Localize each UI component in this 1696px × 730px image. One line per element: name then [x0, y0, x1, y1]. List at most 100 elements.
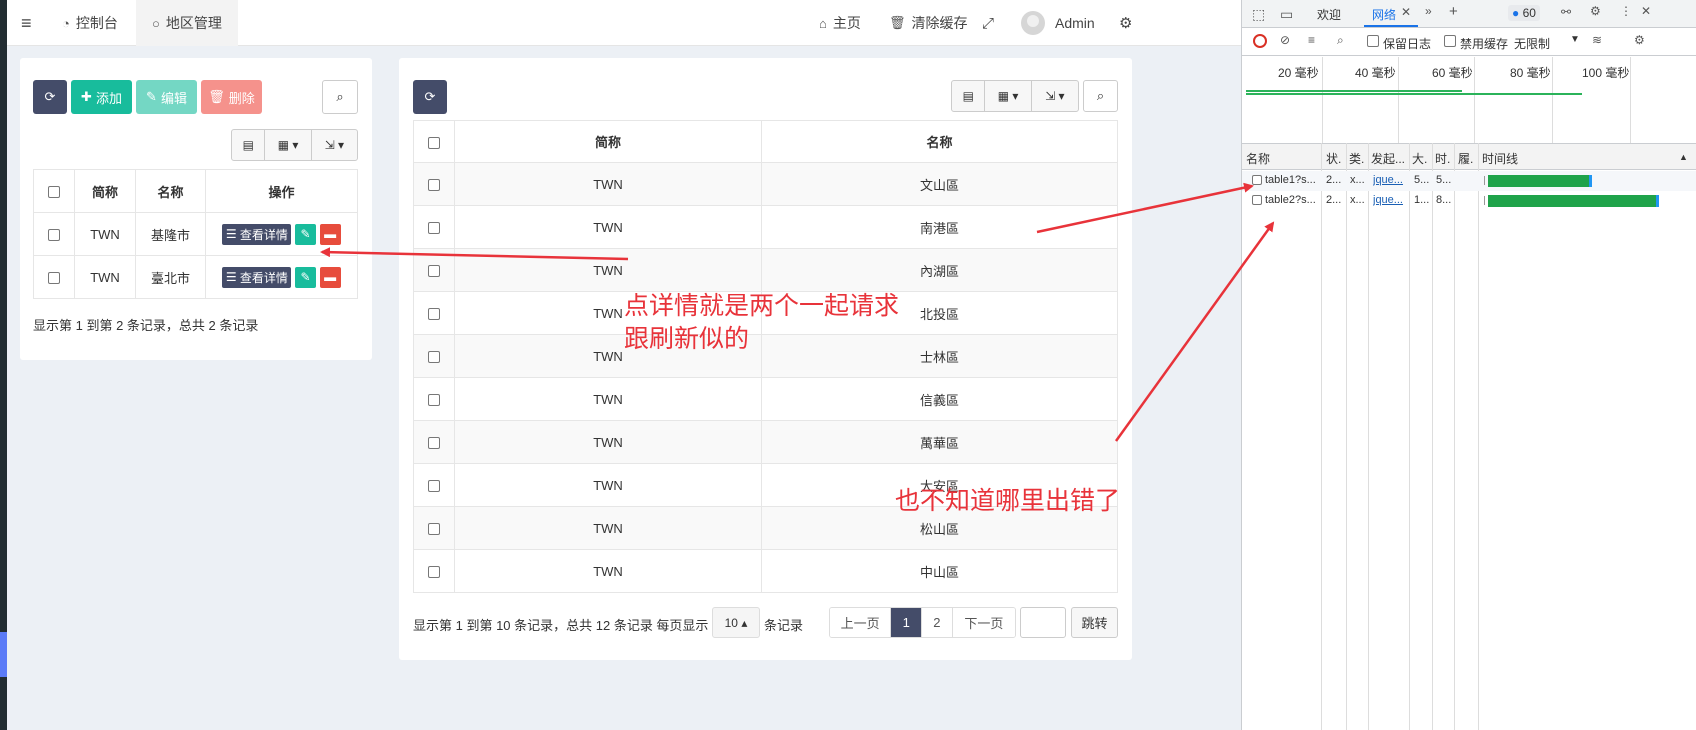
- row-select-cell[interactable]: [413, 506, 455, 550]
- col-abbr[interactable]: 简称: [74, 169, 136, 213]
- gears-icon[interactable]: ⚙: [1119, 0, 1132, 46]
- row-checkbox[interactable]: [428, 265, 440, 278]
- disable-cache-checkbox[interactable]: [1444, 35, 1456, 47]
- col-name[interactable]: 名称: [1246, 150, 1270, 167]
- request-checkbox[interactable]: [1252, 195, 1262, 205]
- view-detail-button[interactable]: ☰ 查看详情: [222, 223, 292, 245]
- row-checkbox[interactable]: [428, 222, 440, 235]
- request-row[interactable]: table2?s... 2... x... jque... 1... 8...: [1242, 191, 1696, 211]
- page-1-button[interactable]: 1: [891, 608, 923, 637]
- more-options-icon[interactable]: ⋮: [1620, 4, 1632, 18]
- tab-region-management[interactable]: ○ 地区管理: [136, 0, 238, 46]
- prev-page-button[interactable]: 上一页: [830, 608, 892, 637]
- tab-network[interactable]: 网络: [1372, 6, 1396, 23]
- search-button[interactable]: ⌕: [1083, 80, 1118, 112]
- col-waterfall[interactable]: 时间线: [1482, 150, 1518, 167]
- settings-icon[interactable]: ⚙: [1590, 4, 1601, 18]
- page-2-button[interactable]: 2: [922, 608, 953, 637]
- page-size-select[interactable]: 10 ▴: [712, 607, 760, 638]
- request-name[interactable]: table2?s...: [1265, 194, 1321, 206]
- close-tab-icon[interactable]: ✕: [1401, 5, 1411, 19]
- inspect-icon[interactable]: ⬚: [1252, 6, 1265, 23]
- request-initiator-link[interactable]: jque...: [1373, 174, 1407, 186]
- edit-button[interactable]: ✎ 编辑: [136, 80, 197, 114]
- export-button[interactable]: ⇲ ▾: [1032, 81, 1078, 111]
- row-select-cell[interactable]: [413, 420, 455, 464]
- record-icon[interactable]: [1253, 34, 1267, 48]
- row-edit-button[interactable]: ✎: [295, 266, 316, 288]
- search-button[interactable]: ⌕: [322, 80, 358, 114]
- request-checkbox[interactable]: [1252, 175, 1262, 185]
- issues-badge[interactable]: ● 60: [1508, 5, 1540, 21]
- home-link[interactable]: ⌂ 主页: [819, 0, 861, 46]
- select-all-checkbox[interactable]: [428, 136, 440, 149]
- row-select-cell[interactable]: [413, 334, 455, 378]
- row-select-cell[interactable]: [413, 377, 455, 421]
- row-checkbox[interactable]: [428, 308, 440, 321]
- row-select-cell[interactable]: [413, 291, 455, 335]
- close-devtools-icon[interactable]: ✕: [1641, 4, 1651, 18]
- row-select-cell[interactable]: [413, 463, 455, 507]
- delete-button[interactable]: 🗑 删除: [201, 80, 262, 114]
- refresh-button[interactable]: ⟳: [33, 80, 67, 114]
- throttle-select[interactable]: 无限制: [1514, 35, 1550, 52]
- toggle-view-button[interactable]: ▤: [232, 130, 266, 160]
- request-initiator-link[interactable]: jque...: [1373, 194, 1407, 206]
- add-button[interactable]: ✚ 添加: [71, 80, 132, 114]
- network-settings-icon[interactable]: ⚙: [1634, 33, 1645, 47]
- more-tabs-icon[interactable]: »: [1425, 4, 1432, 18]
- hamburger-icon[interactable]: ≡: [21, 0, 32, 46]
- connection-icon[interactable]: ⚯: [1561, 5, 1571, 19]
- row-edit-button[interactable]: ✎: [295, 223, 316, 245]
- clear-cache-link[interactable]: 🗑 清除缓存: [889, 0, 968, 46]
- row-select-cell[interactable]: [33, 255, 75, 299]
- request-row[interactable]: table1?s... 2... x... jque... 5... 5...: [1242, 171, 1696, 191]
- jump-page-input[interactable]: [1020, 607, 1066, 638]
- wifi-icon[interactable]: ≋: [1592, 33, 1602, 47]
- col-time[interactable]: 时.: [1435, 150, 1450, 167]
- row-select-cell[interactable]: [413, 162, 455, 206]
- row-select-cell[interactable]: [413, 248, 455, 292]
- col-name[interactable]: 名称: [761, 120, 1118, 163]
- row-select-cell[interactable]: [413, 205, 455, 249]
- col-initiator[interactable]: 发起...: [1371, 150, 1405, 167]
- col-abbr[interactable]: 简称: [454, 120, 762, 163]
- col-name[interactable]: 名称: [135, 169, 206, 213]
- columns-button[interactable]: ▦ ▾: [265, 130, 312, 160]
- row-checkbox[interactable]: [48, 272, 60, 285]
- next-page-button[interactable]: 下一页: [952, 608, 1015, 637]
- user-menu[interactable]: Admin: [1021, 0, 1095, 46]
- refresh-button[interactable]: ⟳: [413, 80, 447, 114]
- col-fulfilled[interactable]: 履.: [1458, 150, 1473, 167]
- tab-dashboard[interactable]: ◔ 控制台: [62, 0, 118, 46]
- select-all-cell[interactable]: [413, 120, 455, 163]
- toggle-view-button[interactable]: ▤: [952, 81, 986, 111]
- search-icon[interactable]: ⌕: [1337, 33, 1344, 48]
- export-button[interactable]: ⇲ ▾: [312, 130, 357, 160]
- row-delete-button[interactable]: ▬: [319, 223, 341, 245]
- add-tab-icon[interactable]: +: [1449, 3, 1458, 20]
- preserve-log-checkbox[interactable]: [1367, 35, 1379, 47]
- view-detail-button[interactable]: ☰ 查看详情: [222, 266, 292, 288]
- expand-icon[interactable]: ⤢: [982, 0, 994, 46]
- row-checkbox[interactable]: [428, 480, 440, 493]
- row-checkbox[interactable]: [428, 179, 440, 192]
- row-checkbox[interactable]: [48, 229, 60, 242]
- col-size[interactable]: 大.: [1412, 150, 1427, 167]
- row-delete-button[interactable]: ▬: [319, 266, 341, 288]
- row-select-cell[interactable]: [33, 212, 75, 256]
- sort-up-icon[interactable]: ▲: [1679, 152, 1688, 162]
- select-all-checkbox[interactable]: [48, 186, 60, 199]
- device-toolbar-icon[interactable]: ▭: [1280, 6, 1293, 23]
- columns-button[interactable]: ▦ ▾: [985, 81, 1032, 111]
- tab-welcome[interactable]: 欢迎: [1317, 6, 1341, 23]
- row-checkbox[interactable]: [428, 394, 440, 407]
- request-name[interactable]: table1?s...: [1265, 174, 1321, 186]
- row-checkbox[interactable]: [428, 351, 440, 364]
- row-checkbox[interactable]: [428, 566, 440, 579]
- col-type[interactable]: 类.: [1349, 150, 1364, 167]
- row-select-cell[interactable]: [413, 549, 455, 593]
- filter-icon[interactable]: ≡: [1308, 33, 1315, 47]
- col-status[interactable]: 状.: [1326, 150, 1341, 167]
- clear-icon[interactable]: ⊘: [1280, 33, 1290, 47]
